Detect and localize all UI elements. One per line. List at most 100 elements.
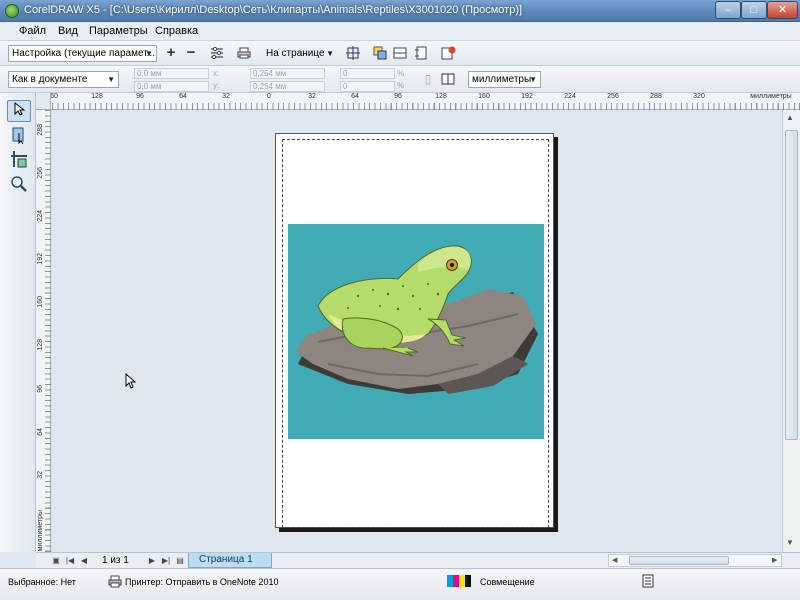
ruler-tick-label: 192 xyxy=(37,253,44,265)
ruler-tick-label: 0 xyxy=(267,93,271,100)
coreldraw-app-icon[interactable] xyxy=(5,4,19,18)
size-w-field[interactable]: 0,254 мм xyxy=(250,68,325,79)
ruler-tick-label: 64 xyxy=(37,428,44,436)
ruler-tick-label: 224 xyxy=(37,210,44,222)
ruler-tick-label: 320 xyxy=(693,93,705,100)
pick-tool-icon[interactable] xyxy=(7,100,31,122)
ruler-unit-label: миллиметры xyxy=(750,93,792,100)
toolbox xyxy=(0,93,36,552)
page-count: 1 из 1 xyxy=(102,555,129,566)
last-page-icon[interactable]: ▶| xyxy=(160,554,172,567)
page-view-icon[interactable]: ▣ xyxy=(50,554,62,567)
frog-illustration xyxy=(296,245,538,394)
window-title: CorelDRAW X5 - [C:\Users\Кирилл\Desktop\… xyxy=(24,4,523,16)
plus-icon[interactable]: + xyxy=(163,45,179,61)
horizontal-scrollbar-thumb[interactable] xyxy=(629,556,729,565)
offset-y-field[interactable]: 0,0 мм xyxy=(134,81,209,92)
marks-icon[interactable] xyxy=(413,45,429,61)
horizontal-ruler-ticks xyxy=(36,103,800,110)
preset-dropdown[interactable]: Настройка (текущие парамет... ▼ xyxy=(8,45,157,62)
ruler-tick-label: 160 xyxy=(37,296,44,308)
document-info-icon[interactable] xyxy=(642,574,654,588)
imposition-layout-tool-icon[interactable] xyxy=(7,126,31,148)
ruler-tick-label: 60 xyxy=(50,93,58,100)
close-button[interactable]: ✕ xyxy=(767,1,798,19)
book-icon[interactable] xyxy=(440,71,456,87)
fit-mode-dropdown[interactable]: На странице ▼ xyxy=(262,45,338,62)
chevron-down-icon: ▼ xyxy=(529,75,537,84)
scroll-right-icon[interactable]: ▶ xyxy=(772,556,777,564)
property-toolbar: Как в документе ▼ 0,0 мм 0,0 мм x: y: 0,… xyxy=(0,66,800,93)
chevron-down-icon: ▼ xyxy=(326,49,334,58)
imposition-icon[interactable] xyxy=(392,45,408,61)
page-tab-1[interactable]: Страница 1 xyxy=(188,553,272,568)
ruler-tick-label: 160 xyxy=(478,93,490,100)
mouse-cursor-icon xyxy=(125,373,137,389)
vertical-ruler[interactable]: 288 256 224 192 160 128 96 64 32 миллиме… xyxy=(36,110,51,552)
standard-toolbar: Настройка (текущие парамет... ▼ + − На с… xyxy=(0,41,800,66)
chevron-down-icon: ▼ xyxy=(107,75,115,84)
status-bar: Выбранное: Нет Принтер: Отправить в OneN… xyxy=(0,568,800,600)
color-separation-icon xyxy=(447,575,471,587)
minus-icon[interactable]: − xyxy=(183,45,199,61)
x-label: x: xyxy=(213,69,220,78)
location-value: Как в документе xyxy=(12,74,88,85)
scroll-left-icon[interactable]: ◀ xyxy=(612,556,617,564)
ruler-tick-label: 64 xyxy=(179,93,187,100)
ruler-tick-label: 192 xyxy=(521,93,533,100)
scale-y-field[interactable]: 0 xyxy=(340,81,395,92)
scroll-up-icon[interactable]: ▲ xyxy=(786,113,794,122)
ruler-tick-label: 96 xyxy=(394,93,402,100)
percent-label: % xyxy=(397,81,405,90)
size-h-field[interactable]: 0,254 мм xyxy=(250,81,325,92)
first-page-icon[interactable]: |◀ xyxy=(64,554,76,567)
selection-status: Выбранное: Нет xyxy=(8,577,76,587)
scale-x-field[interactable]: 0 xyxy=(340,68,395,79)
lock-ratio-icon[interactable]: ▯ xyxy=(420,71,436,87)
ruler-tick-label: 96 xyxy=(37,385,44,393)
vertical-scrollbar[interactable]: ▲ ▼ xyxy=(782,110,800,552)
menu-help[interactable]: Справка xyxy=(155,25,198,37)
offset-x-field[interactable]: 0,0 мм xyxy=(134,68,209,79)
minimize-button[interactable]: – xyxy=(715,1,741,19)
horizontal-scrollbar[interactable]: ◀ ▶ xyxy=(608,554,782,567)
preview-canvas[interactable] xyxy=(51,110,782,552)
page-navigator: ▣ |◀ ◀ 1 из 1 ▶ ▶| ▤ Страница 1 ◀ ▶ xyxy=(36,552,800,568)
ruler-unit-label: миллиметры xyxy=(37,510,44,552)
chevron-down-icon: ▼ xyxy=(145,49,153,58)
printer-status[interactable]: Принтер: Отправить в OneNote 2010 xyxy=(125,577,278,587)
scroll-down-icon[interactable]: ▼ xyxy=(786,538,794,547)
prev-page-icon[interactable]: ◀ xyxy=(78,554,90,567)
page-icon[interactable]: ▤ xyxy=(174,554,186,567)
vertical-scrollbar-thumb[interactable] xyxy=(785,130,798,440)
menu-options[interactable]: Параметры xyxy=(89,25,148,37)
layout-icon[interactable] xyxy=(372,45,388,61)
fit-page-icon[interactable] xyxy=(345,45,361,61)
ruler-origin-corner[interactable] xyxy=(36,93,51,110)
ruler-tick-label: 224 xyxy=(564,93,576,100)
ruler-tick-label: 128 xyxy=(435,93,447,100)
close-preview-icon[interactable] xyxy=(440,45,456,61)
print-page[interactable] xyxy=(275,133,554,528)
maximize-button[interactable]: □ xyxy=(741,1,767,19)
ruler-tick-label: 32 xyxy=(222,93,230,100)
next-page-icon[interactable]: ▶ xyxy=(146,554,158,567)
menu-bar: Файл Вид Параметры Справка xyxy=(0,22,800,41)
ruler-tick-label: 32 xyxy=(308,93,316,100)
title-bar: CorelDRAW X5 - [C:\Users\Кирилл\Desktop\… xyxy=(0,0,800,22)
menu-view[interactable]: Вид xyxy=(58,25,78,37)
menu-file[interactable]: Файл xyxy=(19,25,46,37)
frog-on-rock-artwork[interactable] xyxy=(288,224,544,439)
units-dropdown[interactable]: миллиметры ▼ xyxy=(468,71,541,88)
location-dropdown[interactable]: Как в документе ▼ xyxy=(8,71,119,88)
horizontal-ruler[interactable]: 60 128 96 64 32 0 32 64 96 128 160 192 2… xyxy=(36,93,800,110)
marks-placement-tool-icon[interactable] xyxy=(7,150,31,172)
ruler-tick-label: 64 xyxy=(351,93,359,100)
print-options-icon[interactable] xyxy=(209,45,225,61)
print-icon[interactable] xyxy=(236,45,252,61)
preset-dropdown-value: Настройка (текущие парамет... xyxy=(12,48,156,59)
zoom-tool-icon[interactable] xyxy=(7,175,31,197)
printer-icon xyxy=(108,575,122,588)
ruler-tick-label: 128 xyxy=(37,339,44,351)
percent-label: % xyxy=(397,69,405,78)
